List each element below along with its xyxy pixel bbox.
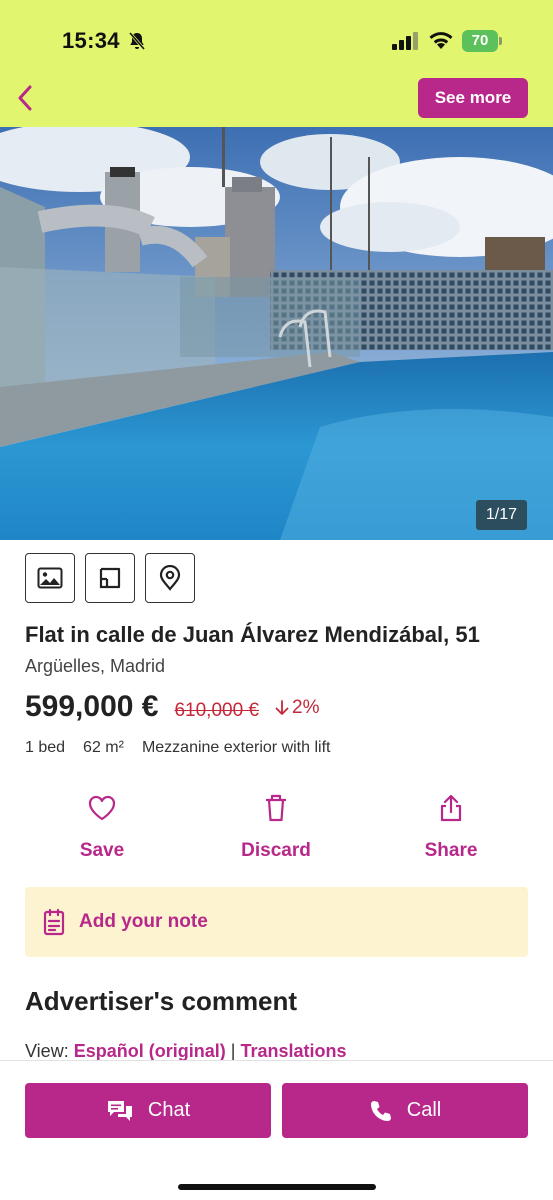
feature-floor: Mezzanine exterior with lift (141, 739, 331, 756)
notepad-icon (43, 908, 65, 936)
listing-title: Flat in calle de Juan Álvarez Mendizábal… (25, 622, 480, 647)
photos-tab-button[interactable] (25, 553, 75, 603)
image-icon (37, 567, 63, 589)
view-separator: | (230, 1041, 236, 1061)
floor-plan-icon (99, 567, 121, 589)
listing-photo[interactable]: 1/17 (0, 127, 553, 540)
wifi-icon (429, 32, 453, 49)
discard-button[interactable]: Discard (211, 790, 341, 862)
add-note-label: Add your note (79, 911, 208, 932)
feature-bedrooms: 1 bed (25, 739, 66, 756)
photo-counter: 1/17 (475, 500, 527, 530)
battery-icon: 70 (462, 30, 502, 52)
battery-tip (499, 37, 502, 45)
listing-features: 1 bed 62 m² Mezzanine exterior with lift (25, 739, 330, 757)
heart-icon (88, 795, 116, 821)
floor-plan-tab-button[interactable] (85, 553, 135, 603)
comment-view-options: View: Español (original) | Translations (25, 1041, 346, 1062)
chevron-left-icon (18, 85, 32, 111)
discard-label: Discard (241, 840, 311, 861)
home-indicator (178, 1184, 376, 1190)
pool-photo-illustration (0, 127, 553, 540)
back-button[interactable] (10, 82, 40, 114)
call-button[interactable]: Call (282, 1083, 528, 1138)
bell-slash-icon (128, 32, 146, 50)
current-price: 599,000 € (25, 690, 159, 723)
save-label: Save (79, 840, 125, 861)
listing-actions: Save Discard Share (0, 790, 553, 870)
save-button[interactable]: Save (37, 790, 167, 862)
price-row: 599,000 € 610,000 € 2% (25, 690, 319, 724)
translations-link[interactable]: Translations (240, 1041, 346, 1061)
call-label: Call (406, 1099, 442, 1121)
arrow-down-icon (275, 700, 289, 715)
add-note-button[interactable]: Add your note (25, 887, 528, 957)
contact-bar: Chat Call (0, 1060, 553, 1200)
trash-icon (266, 794, 286, 822)
share-label: Share (424, 840, 478, 861)
map-tab-button[interactable] (145, 553, 195, 603)
cellular-signal-icon (392, 32, 418, 50)
top-header: 15:34 70 See more (0, 0, 553, 127)
share-button[interactable]: Share (386, 790, 516, 862)
original-language-link[interactable]: Español (original) (74, 1041, 226, 1061)
listing-location: Argüelles, Madrid (25, 656, 166, 676)
share-icon (440, 794, 462, 822)
status-time: 15:34 (62, 28, 120, 53)
price-drop-percent: 2% (292, 697, 320, 718)
price-drop: 2% (275, 697, 319, 719)
feature-area: 62 m² (83, 739, 124, 756)
battery-level: 70 (462, 30, 498, 52)
chat-label: Chat (147, 1099, 191, 1121)
view-prefix: View: (25, 1041, 69, 1061)
old-price: 610,000 € (174, 700, 259, 721)
see-more-button[interactable]: See more (418, 78, 528, 118)
advertiser-comment-heading: Advertiser's comment (25, 986, 298, 1016)
phone-icon (370, 1100, 391, 1121)
status-bar: 15:34 70 (0, 0, 553, 70)
chat-icon (107, 1100, 132, 1121)
chat-button[interactable]: Chat (25, 1083, 271, 1138)
media-tabs (25, 553, 195, 603)
map-pin-icon (159, 565, 181, 591)
